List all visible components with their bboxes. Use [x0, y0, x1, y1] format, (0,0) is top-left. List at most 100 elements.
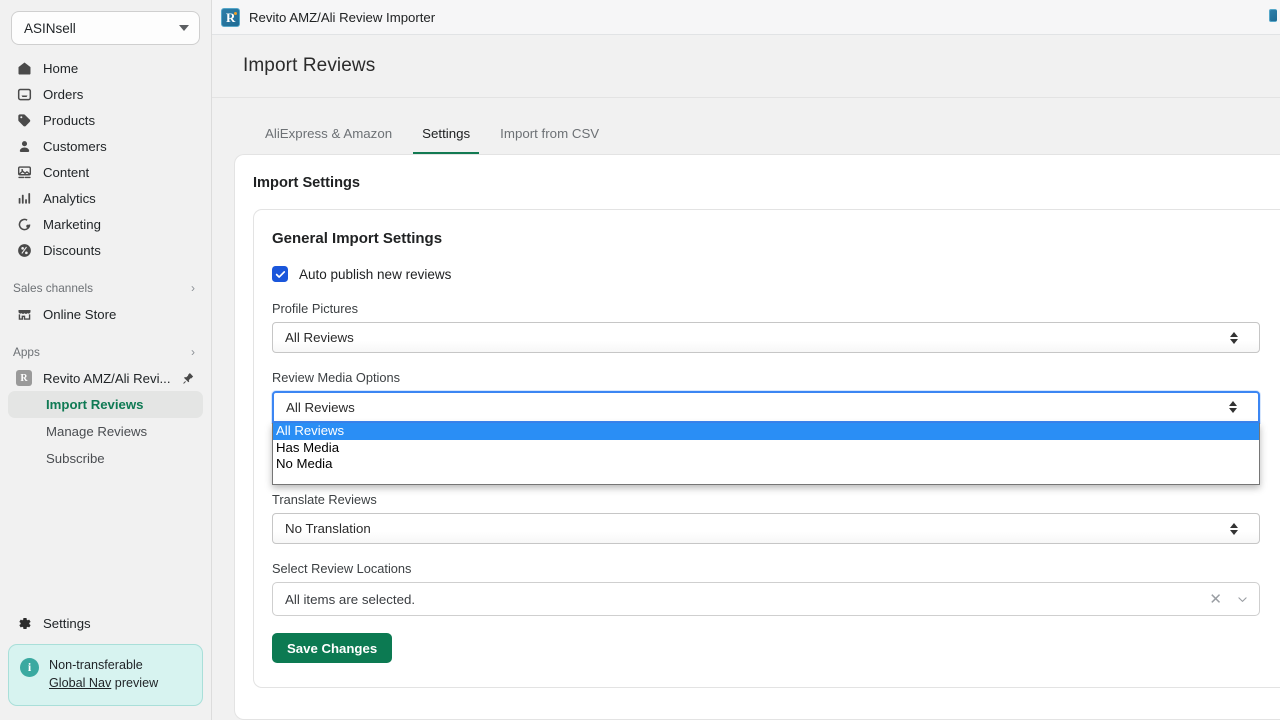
select-spinner-icon [1227, 522, 1241, 535]
section-label: Sales channels [13, 281, 94, 295]
sidebar-item-analytics[interactable]: Analytics [8, 185, 203, 211]
revito-app-icon: R [16, 370, 32, 386]
customer-person-icon [16, 138, 32, 154]
clipped-edge-icon [1266, 0, 1280, 26]
sidebar-item-label: Marketing [43, 216, 101, 232]
app-title: Revito AMZ/Ali Review Importer [249, 9, 436, 25]
checkmark-icon [275, 270, 285, 278]
sidebar-item-label: Online Store [43, 306, 117, 322]
close-x-icon[interactable]: ✕ [1209, 592, 1222, 607]
import-settings-heading: Import Settings [253, 175, 361, 191]
dropdown-option-all-reviews[interactable]: All Reviews [273, 423, 1259, 440]
chevron-down-icon[interactable] [1236, 593, 1249, 606]
sidebar-item-label: Orders [43, 86, 84, 102]
sidebar-item-import-reviews[interactable]: Import Reviews [8, 391, 203, 418]
sidebar-item-label: Analytics [43, 190, 96, 206]
storefront-icon [16, 306, 32, 322]
review-media-value: All Reviews [286, 399, 355, 415]
select-spinner-icon [1227, 331, 1241, 344]
profile-pictures-value: All Reviews [285, 330, 354, 345]
sidebar-item-content[interactable]: Content [8, 159, 203, 185]
select-spinner-icon [1226, 401, 1240, 413]
sidebar-item-label: Home [43, 60, 79, 76]
chevron-right-icon: › [191, 281, 195, 295]
sidebar-item-discounts[interactable]: Discounts [8, 237, 203, 263]
app-topbar: R Revito AMZ/Ali Review Importer [212, 0, 1280, 35]
content-image-icon [16, 164, 32, 180]
notice-line-2: Global Nav preview [49, 675, 158, 693]
subnav-label: Subscribe [46, 451, 105, 466]
review-media-field: Review Media Options All Reviews All Rev… [272, 370, 1280, 485]
profile-pictures-select[interactable]: All Reviews [272, 322, 1260, 353]
global-nav-preview-notice: i Non-transferable Global Nav preview [8, 644, 203, 706]
sidebar-item-products[interactable]: Products [8, 107, 203, 133]
sidebar-item-manage-reviews[interactable]: Manage Reviews [8, 418, 203, 445]
review-locations-field: Select Review Locations All items are se… [272, 561, 1280, 616]
auto-publish-row: Auto publish new reviews [272, 266, 1280, 282]
subnav-label: Manage Reviews [46, 424, 148, 439]
translate-reviews-label: Translate Reviews [272, 492, 377, 507]
section-label: Apps [13, 345, 40, 359]
app-subnav: Import Reviews Manage Reviews Subscribe [0, 391, 211, 472]
revito-app-icon: R [221, 7, 240, 27]
global-nav-link[interactable]: Global Nav [49, 676, 111, 690]
sidebar-item-home[interactable]: Home [8, 55, 203, 81]
settings-inner-card: General Import Settings Auto publish new… [253, 209, 1280, 688]
tab-settings[interactable]: Settings [413, 126, 480, 155]
notice-line-2-suffix: preview [111, 676, 159, 691]
sidebar-app-label: Revito AMZ/Ali Revi... [43, 370, 171, 386]
page-header: Import Reviews [212, 35, 1280, 98]
marketing-target-icon [16, 216, 32, 232]
auto-publish-label[interactable]: Auto publish new reviews [299, 267, 451, 282]
app-logo-dot [233, 11, 237, 15]
product-tag-icon [16, 112, 32, 128]
dropdown-padding [273, 472, 1259, 484]
dropdown-option-has-media[interactable]: Has Media [273, 440, 1259, 457]
review-media-dropdown-list: All Reviews Has Media No Media [272, 423, 1260, 485]
sidebar-item-label: Discounts [43, 242, 101, 258]
sidebar-item-subscribe[interactable]: Subscribe [8, 445, 203, 472]
tab-aliexpress-amazon[interactable]: AliExpress & Amazon [256, 126, 401, 155]
sidebar-item-settings[interactable]: Settings [8, 610, 203, 636]
profile-pictures-field: Profile Pictures All Reviews [272, 301, 1280, 353]
sidebar-item-label: Content [43, 164, 90, 180]
review-media-select[interactable]: All Reviews [272, 391, 1260, 423]
main-area: R Revito AMZ/Ali Review Importer Import … [212, 0, 1280, 720]
app-root: ASINsell Home Orders Products Customers … [0, 0, 1280, 720]
info-icon: i [20, 658, 39, 678]
sidebar-section-apps[interactable]: Apps › [0, 339, 211, 365]
sidebar-item-online-store[interactable]: Online Store [8, 301, 203, 327]
store-switcher[interactable]: ASINsell [11, 11, 200, 45]
home-icon [16, 60, 32, 76]
pin-icon[interactable] [182, 372, 195, 385]
notice-text: Non-transferable Global Nav preview [49, 657, 158, 693]
tab-import-from-csv[interactable]: Import from CSV [491, 126, 608, 155]
review-locations-value: All items are selected. [285, 591, 416, 607]
sidebar-item-label: Customers [43, 138, 107, 154]
dropdown-option-no-media[interactable]: No Media [273, 456, 1259, 473]
chevron-right-icon: › [191, 345, 195, 359]
sidebar-item-customers[interactable]: Customers [8, 133, 203, 159]
translate-reviews-field: Translate Reviews No Translation [272, 492, 1280, 544]
tabs-bar: AliExpress & Amazon Settings Import from… [212, 98, 1280, 155]
translate-reviews-value: No Translation [285, 521, 371, 536]
sidebar-item-marketing[interactable]: Marketing [8, 211, 203, 237]
sidebar-item-label: Products [43, 112, 96, 128]
sidebar-section-sales-channels[interactable]: Sales channels › [0, 275, 211, 301]
store-name: ASINsell [24, 20, 76, 36]
subnav-label: Import Reviews [46, 397, 144, 412]
settings-card: Import Settings General Import Settings … [234, 154, 1280, 720]
analytics-bars-icon [16, 190, 32, 206]
sidebar-item-orders[interactable]: Orders [8, 81, 203, 107]
orders-inbox-icon [16, 86, 32, 102]
auto-publish-checkbox[interactable] [272, 266, 288, 282]
review-locations-label: Select Review Locations [272, 561, 412, 576]
translate-reviews-select[interactable]: No Translation [272, 513, 1260, 544]
sidebar-item-app-revito[interactable]: R Revito AMZ/Ali Revi... [8, 365, 203, 391]
save-changes-button[interactable]: Save Changes [272, 633, 393, 663]
review-locations-multiselect[interactable]: All items are selected. ✕ [272, 582, 1260, 616]
discount-percent-icon [16, 242, 32, 258]
sales-channel-list: Online Store [0, 301, 211, 327]
general-import-settings-heading: General Import Settings [272, 230, 443, 247]
